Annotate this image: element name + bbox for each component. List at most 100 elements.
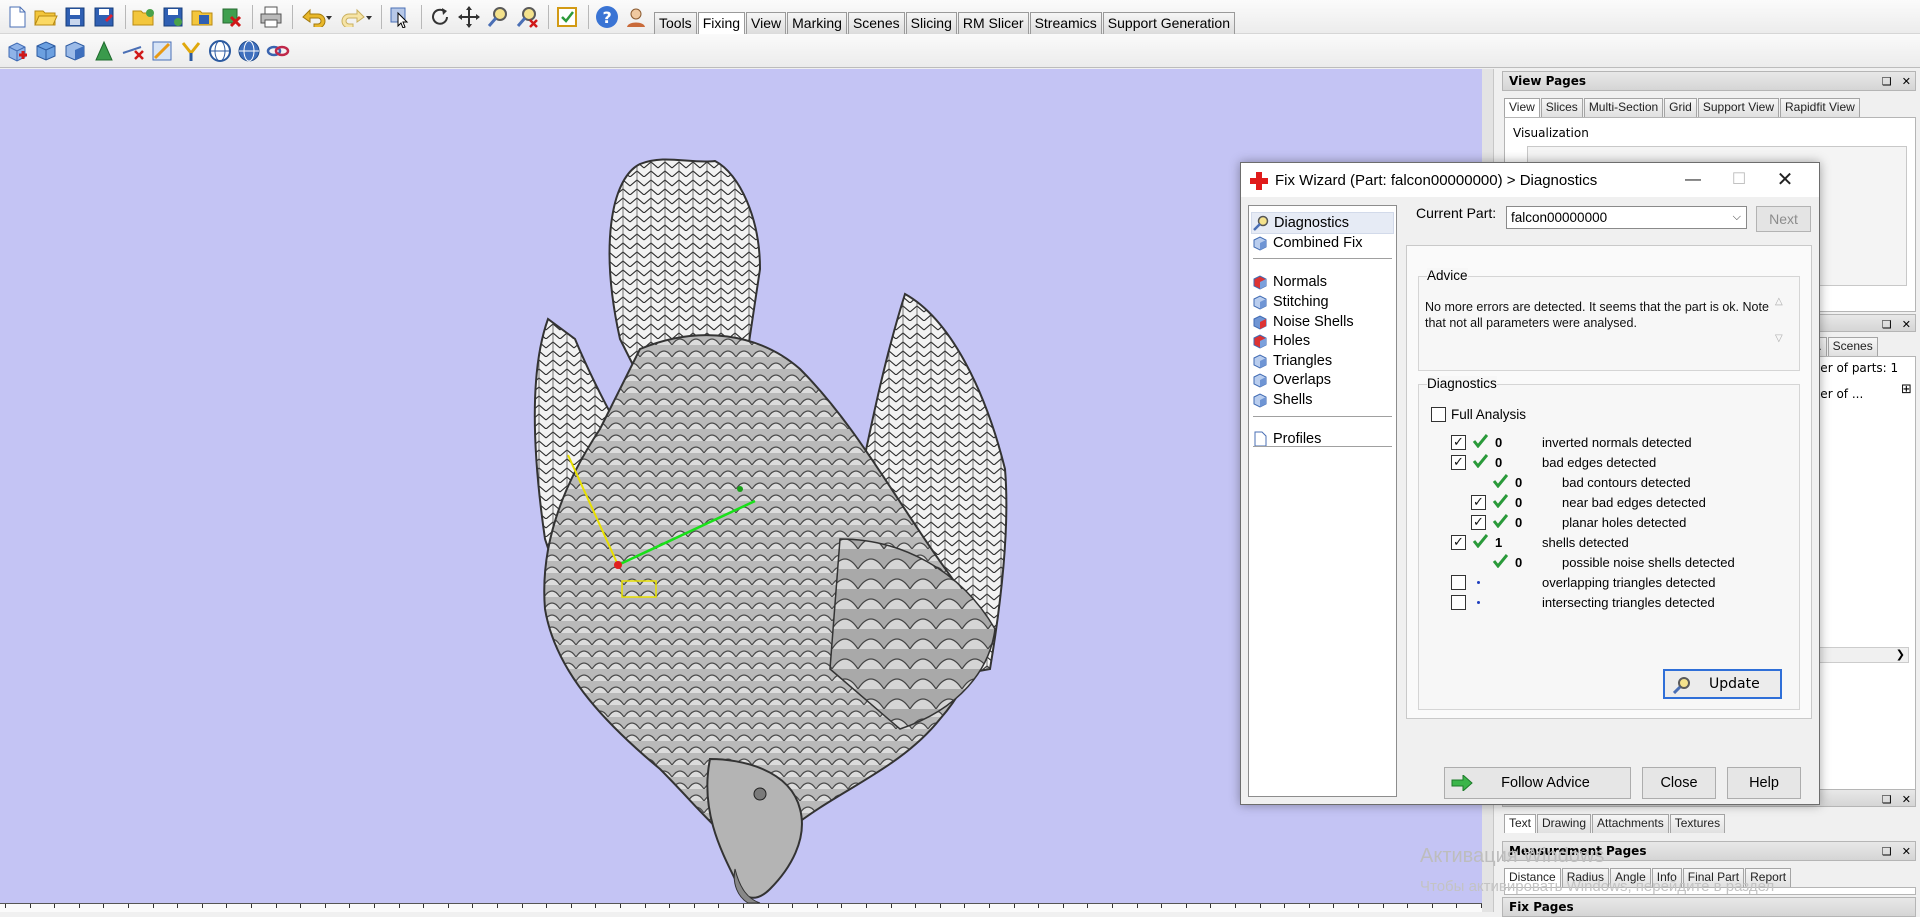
tab-support-generation[interactable]: Support Generation (1102, 12, 1235, 34)
pin-icon[interactable]: ❑ (1882, 793, 1892, 806)
toolbar-separator (292, 5, 293, 29)
save-project-icon[interactable] (160, 4, 186, 30)
tab-view[interactable]: View (1504, 98, 1540, 117)
close-part-icon[interactable] (218, 4, 244, 30)
nav-item-overlaps[interactable]: Overlaps (1251, 369, 1394, 391)
measure-icon[interactable] (149, 38, 175, 64)
print-icon[interactable] (258, 4, 284, 30)
full-analysis-checkbox[interactable] (1431, 407, 1446, 422)
toolbar-icons-row1: ? (4, 4, 652, 30)
diagnostic-count: 0 (1515, 475, 1523, 490)
box-view-icon[interactable] (33, 38, 59, 64)
diagnostics-main-box: Advice No more errors are detected. It s… (1406, 245, 1812, 719)
tab-rapidfit-view[interactable]: Rapidfit View (1780, 98, 1860, 117)
tab-textures[interactable]: Textures (1669, 814, 1726, 833)
close-button[interactable]: Close (1642, 767, 1716, 799)
nav-item-combined-fix[interactable]: Combined Fix (1251, 232, 1394, 254)
open-project-icon[interactable] (131, 4, 157, 30)
add-part-icon[interactable] (4, 38, 30, 64)
minimize-button[interactable]: — (1671, 169, 1715, 191)
close-icon[interactable]: ✕ (1902, 845, 1911, 858)
open-folder-icon[interactable] (33, 4, 59, 30)
link-icon[interactable] (265, 38, 291, 64)
zoom-window-icon[interactable] (514, 4, 540, 30)
close-icon[interactable]: ✕ (1902, 318, 1911, 331)
save-icon[interactable] (62, 4, 88, 30)
diagnostic-label: shells detected (1542, 535, 1629, 550)
tab-scenes[interactable]: Scenes (847, 12, 905, 34)
noise-shells-icon (1251, 313, 1269, 331)
nav-item-label: Diagnostics (1274, 215, 1349, 231)
maximize-button[interactable]: ☐ (1717, 169, 1761, 191)
pin-icon[interactable]: ❑ (1882, 75, 1892, 88)
current-part-select[interactable]: falcon00000000 ⌵ (1506, 206, 1747, 229)
diagnostic-count: 0 (1515, 555, 1523, 570)
fix-pages-header: Fix Pages (1502, 897, 1916, 917)
toolbar-separator (421, 5, 422, 29)
nav-item-diagnostics[interactable]: Diagnostics (1251, 212, 1394, 234)
tab-drawing[interactable]: Drawing (1537, 814, 1592, 833)
triangle-icon[interactable] (91, 38, 117, 64)
normals-icon (1251, 273, 1269, 291)
rotate-icon[interactable] (427, 4, 453, 30)
tab-slicing[interactable]: Slicing (905, 12, 957, 34)
diagnostic-label: possible noise shells detected (1562, 555, 1735, 570)
select-icon[interactable] (387, 4, 413, 30)
close-window-button[interactable]: ✕ (1763, 169, 1807, 191)
zoom-icon[interactable] (485, 4, 511, 30)
tab-streamics[interactable]: Streamics (1029, 12, 1102, 34)
toolbar-separator (252, 5, 253, 29)
sphere-view-icon[interactable] (207, 38, 233, 64)
diagnostic-checkbox[interactable] (1451, 595, 1466, 610)
close-icon[interactable]: ✕ (1902, 75, 1911, 88)
diagnostic-checkbox[interactable]: ✓ (1451, 535, 1466, 550)
close-icon[interactable]: ✕ (1902, 793, 1911, 806)
view-pages-header: View Pages ❑ ✕ (1502, 71, 1916, 91)
follow-advice-button[interactable]: Follow Advice (1444, 767, 1631, 799)
secondary-toolbar (0, 34, 1920, 68)
help-icon[interactable]: ? (594, 4, 620, 30)
mark-icon[interactable] (120, 38, 146, 64)
tab-slices[interactable]: Slices (1540, 98, 1583, 117)
advice-scrollbar[interactable]: △ ▽ (1775, 296, 1791, 358)
undo-icon[interactable] (298, 4, 334, 30)
current-part-label: Current Part: (1416, 205, 1497, 221)
update-button[interactable]: Update (1663, 669, 1782, 699)
globe-view-icon[interactable] (236, 38, 262, 64)
help-button[interactable]: Help (1727, 767, 1801, 799)
diagnostic-checkbox[interactable]: ✓ (1471, 495, 1486, 510)
tab-fixing[interactable]: Fixing (697, 12, 746, 35)
shading-icon[interactable] (62, 38, 88, 64)
tab-rm-slicer[interactable]: RM Slicer (957, 12, 1029, 34)
next-button[interactable]: Next (1756, 206, 1811, 232)
tab-attachments[interactable]: Attachments (1592, 814, 1669, 833)
columns-icon[interactable]: ⊞ (1901, 382, 1912, 397)
user-icon[interactable] (623, 4, 649, 30)
tab-tools[interactable]: Tools (654, 12, 697, 34)
nav-item-holes[interactable]: Holes (1251, 330, 1394, 352)
pan-icon[interactable] (456, 4, 482, 30)
nav-item-normals[interactable]: Normals (1251, 271, 1394, 293)
diagnostic-checkbox[interactable]: ✓ (1451, 435, 1466, 450)
pin-icon[interactable]: ❑ (1882, 318, 1892, 331)
redo-icon[interactable] (337, 4, 373, 30)
save-as-icon[interactable] (91, 4, 117, 30)
dialog-titlebar[interactable]: Fix Wizard (Part: falcon00000000) > Diag… (1241, 163, 1819, 197)
tab-marking[interactable]: Marking (787, 12, 847, 34)
new-document-icon[interactable] (4, 4, 30, 30)
tab-scenes[interactable]: Scenes (1827, 337, 1878, 356)
diagnostic-checkbox[interactable]: ✓ (1451, 455, 1466, 470)
export-icon[interactable] (189, 4, 215, 30)
tab-view[interactable]: View (746, 12, 787, 34)
tab-grid[interactable]: Grid (1664, 98, 1697, 117)
pin-icon[interactable]: ❑ (1882, 845, 1892, 858)
tab-multi-section[interactable]: Multi-Section (1583, 98, 1664, 117)
tab-support-view[interactable]: Support View (1697, 98, 1779, 117)
nav-item-shells[interactable]: Shells (1251, 389, 1394, 411)
diagnostic-checkbox[interactable]: ✓ (1471, 515, 1486, 530)
cut-icon[interactable] (178, 38, 204, 64)
tab-text[interactable]: Text (1504, 814, 1537, 833)
checklist-icon[interactable] (554, 4, 580, 30)
diagnostic-checkbox[interactable] (1451, 575, 1466, 590)
nav-item-stitching[interactable]: Stitching (1251, 291, 1394, 313)
